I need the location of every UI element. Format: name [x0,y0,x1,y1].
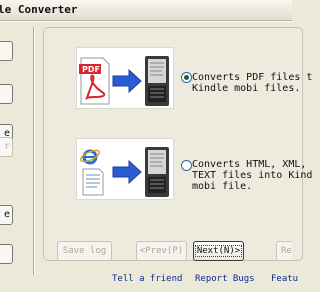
html-option-label[interactable]: Converts HTML, XML, TEXT files into Kind… [192,159,312,192]
left-button-1[interactable] [0,41,13,61]
left-button-4-label: r [3,141,10,152]
next-button-label: Next(N)> [194,245,243,257]
svg-text:PDF: PDF [82,65,100,74]
left-button-5[interactable]: e [0,205,13,225]
kindle-device-icon [145,56,169,106]
arrow-right-icon [112,68,142,94]
html-option-line1: Converts HTML, XML, [192,159,307,170]
html-to-kindle-image [76,138,174,200]
html-option-line2: TEXT files into Kind [192,170,313,181]
title-bar: le Converter [0,0,292,21]
left-button-5-label: e [3,209,10,220]
pdf-option-radio[interactable] [181,72,192,83]
html-to-kindle-illustration [80,147,169,197]
pdf-file-icon: PDF [79,57,110,105]
html-option-line3: mobi file. [192,181,253,192]
title-separator [0,21,292,22]
window-title: le Converter [0,3,78,16]
left-button-6[interactable] [0,244,13,264]
pdf-option-line2: Kindle mobi files. [192,83,301,94]
internet-explorer-icon [80,149,100,165]
save-log-button[interactable]: Save log [57,241,112,261]
pdf-to-kindle-illustration: PDF [79,56,169,106]
next-button[interactable]: Next(N)> [193,241,244,261]
html-option-radio[interactable] [181,160,192,171]
pdf-to-kindle-image: PDF [76,47,174,109]
pdf-option-line1: Converts PDF files t [192,72,313,83]
arrow-right-icon [112,159,142,185]
kindle-device-icon [145,147,169,197]
left-button-2[interactable] [0,84,13,104]
partial-right-button[interactable]: Re [276,241,292,261]
report-bugs-link[interactable]: Report Bugs [195,274,255,284]
prev-button[interactable]: <Prev(P) [136,241,187,261]
pdf-option-label[interactable]: Converts PDF files t Kindle mobi files. [192,72,312,94]
feature-link[interactable]: Featu [271,274,298,284]
document-icon [82,168,104,196]
left-button-4[interactable]: r [0,137,13,157]
tell-a-friend-link[interactable]: Tell a friend [112,274,182,284]
vertical-divider [33,27,35,275]
